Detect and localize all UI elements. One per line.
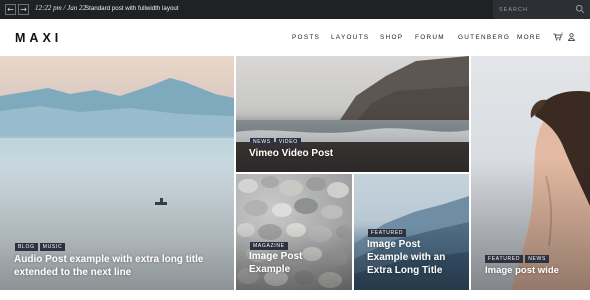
nav-layouts[interactable]: LAYOUTS <box>331 34 369 41</box>
post-title-line: Vimeo Video Post <box>249 148 334 159</box>
tag-featured[interactable]: FEATURED <box>368 229 407 237</box>
post-title[interactable]: Image Post Example <box>249 250 302 276</box>
user-icon[interactable] <box>568 33 575 41</box>
nav-forum[interactable]: FORUM <box>415 34 445 41</box>
post-tile-audio[interactable]: BLOG MUSIC Audio Post example with extra… <box>0 56 234 290</box>
post-title[interactable]: Vimeo Video Post <box>249 147 333 160</box>
tag-list: FEATURED NEWS <box>485 255 549 263</box>
post-tile-video[interactable]: NEWS VIDEO Vimeo Video Post <box>236 56 469 172</box>
site-logo[interactable]: MAXI <box>15 31 62 45</box>
post-title[interactable]: Image Post Example with an Extra Long Ti… <box>367 238 445 277</box>
arrow-left-icon: ← <box>7 5 14 14</box>
post-title-line: Image Post <box>367 239 421 250</box>
post-title-line: Example <box>249 264 291 275</box>
post-title[interactable]: Image post wide <box>485 264 559 277</box>
post-title-line: Image post wide <box>485 265 559 276</box>
search-icon[interactable] <box>575 4 585 14</box>
tag-list: MAGAZINE <box>250 242 288 250</box>
tag-video[interactable]: VIDEO <box>275 138 301 146</box>
next-post-button[interactable]: → <box>18 4 29 15</box>
post-title-line: Image Post <box>249 251 303 262</box>
nav-gutenberg[interactable]: GUTENBERG <box>458 34 510 41</box>
top-bar: ← → 12:22 pm / Jan 22 Standard post with… <box>0 0 590 19</box>
ticker-link[interactable]: Standard post with fullwidth layout <box>85 5 179 12</box>
prev-post-button[interactable]: ← <box>5 4 16 15</box>
tag-news[interactable]: NEWS <box>525 255 549 263</box>
post-title-line: Extra Long Title <box>367 265 443 276</box>
nav-shop[interactable]: SHOP <box>380 34 403 41</box>
tag-magazine[interactable]: MAGAZINE <box>250 242 288 250</box>
date-time: 12:22 pm / Jan 22 <box>35 4 86 12</box>
tag-blog[interactable]: BLOG <box>15 243 38 251</box>
tag-list: BLOG MUSIC <box>15 243 66 251</box>
tag-music[interactable]: MUSIC <box>39 243 66 251</box>
post-title[interactable]: Audio Post example with extra long title… <box>14 253 229 279</box>
search-input[interactable] <box>499 5 569 14</box>
post-title-line: extended to the next line <box>14 267 132 278</box>
post-tile-image-long[interactable]: FEATURED Image Post Example with an Extr… <box>354 174 469 290</box>
nav-more[interactable]: MORE <box>517 34 541 41</box>
tag-list: NEWS VIDEO <box>250 138 301 146</box>
post-title-line: Example with an <box>367 252 446 263</box>
post-tile-image[interactable]: MAGAZINE Image Post Example <box>236 174 352 290</box>
nav-posts[interactable]: POSTS <box>292 34 320 41</box>
cart-count: 0 <box>561 31 564 36</box>
post-title-line: Audio Post example with extra long title <box>14 254 204 265</box>
tag-news[interactable]: NEWS <box>250 138 274 146</box>
tag-list: FEATURED <box>368 229 407 237</box>
arrow-right-icon: → <box>20 5 27 14</box>
tag-featured[interactable]: FEATURED <box>485 255 524 263</box>
search-box <box>493 0 590 19</box>
post-tile-image-wide[interactable]: FEATURED NEWS Image post wide <box>471 56 590 290</box>
